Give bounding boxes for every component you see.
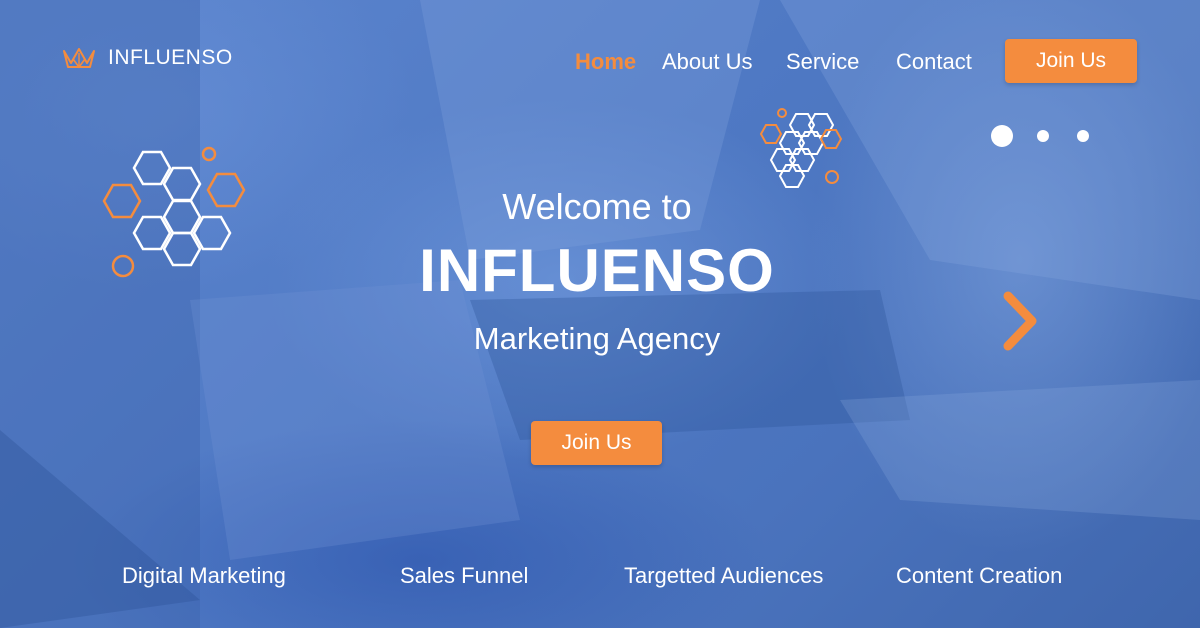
header-join-button[interactable]: Join Us [1005, 39, 1137, 83]
carousel-dot-3[interactable] [1077, 130, 1089, 142]
service-item-digital-marketing: Digital Marketing [122, 563, 286, 588]
carousel-dot-2[interactable] [1037, 130, 1049, 142]
hero-banner: INFLUENSO Home About Us Service Contact … [0, 0, 1200, 628]
hero-welcome-text: Welcome to [502, 186, 692, 227]
service-item-content-creation: Content Creation [896, 563, 1063, 588]
service-item-targetted-audiences: Targetted Audiences [624, 563, 824, 588]
crown-lotus-icon [63, 48, 95, 69]
brand-logo[interactable]: INFLUENSO [62, 45, 233, 71]
hexagon-cluster-right-icon [759, 108, 843, 188]
brand-name: INFLUENSO [108, 46, 233, 69]
carousel-dot-1[interactable] [991, 125, 1013, 147]
hero-join-button[interactable]: Join Us [531, 421, 662, 465]
nav-home[interactable]: Home [575, 48, 636, 76]
nav-contact[interactable]: Contact [896, 48, 972, 76]
nav-about-us[interactable]: About Us [662, 48, 753, 76]
service-item-sales-funnel: Sales Funnel [400, 563, 529, 588]
chevron-right-icon[interactable] [1000, 290, 1042, 352]
nav-service[interactable]: Service [786, 48, 859, 76]
